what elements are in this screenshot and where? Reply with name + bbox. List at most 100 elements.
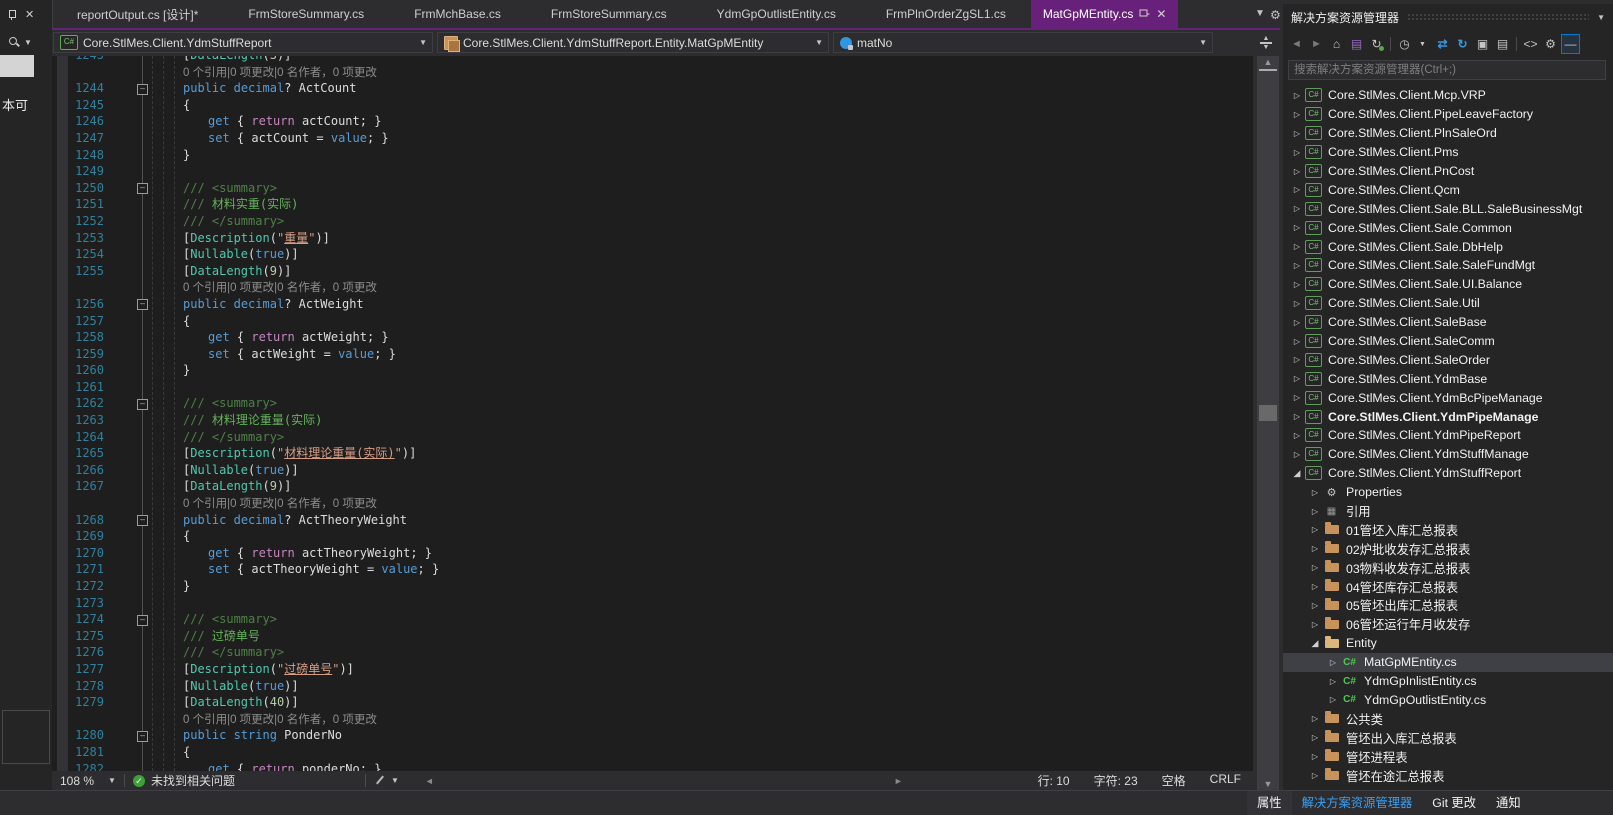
pen-control[interactable]: ▼ [374,775,399,786]
tree-item[interactable]: ▷C#Core.StlMes.Client.Sale.SaleFundMgt [1283,256,1613,275]
home-icon[interactable]: ⌂ [1327,34,1346,54]
expand-arrow-icon[interactable]: ▷ [1291,242,1303,251]
tree-item[interactable]: ▷C#Core.StlMes.Client.YdmPipeReport [1283,426,1613,445]
codelens-line[interactable]: 0 个引用|0 项更改|0 名作者，0 项更改 [52,711,1253,728]
tree-item[interactable]: ▷C#Core.StlMes.Client.Mcp.VRP [1283,86,1613,105]
code-line[interactable]: 1272} [52,578,1253,595]
expand-arrow-icon[interactable]: ▷ [1291,355,1303,364]
tree-item[interactable]: ▷C#Core.StlMes.Client.Sale.DbHelp [1283,237,1613,256]
expand-arrow-icon[interactable]: ▷ [1327,695,1339,704]
tab-options-gear-icon[interactable]: ⚙ [1270,8,1281,22]
type-dropdown[interactable]: Core.StlMes.Client.YdmStuffReport.Entity… [437,32,829,53]
tree-item[interactable]: ▷管坯在途汇总报表 [1283,766,1613,785]
expand-arrow-icon[interactable]: ▷ [1291,129,1303,138]
expand-arrow-icon[interactable]: ▷ [1291,91,1303,100]
expand-arrow-icon[interactable]: ▷ [1309,582,1321,591]
code-line[interactable]: 1262–/// <summary> [52,395,1253,412]
collapse-all-icon[interactable]: ▣ [1473,34,1492,54]
document-tab[interactable]: reportOutput.cs [设计]* [52,0,223,28]
outlining-collapse-box[interactable]: – [137,299,148,310]
expand-arrow-icon[interactable]: ▷ [1291,318,1303,327]
tree-item[interactable]: ▷C#Core.StlMes.Client.Sale.UI.Balance [1283,275,1613,294]
tree-item[interactable]: ▷C#Core.StlMes.Client.PlnSaleOrd [1283,124,1613,143]
code-line[interactable]: 1255[DataLength(9)] [52,263,1253,280]
tree-item[interactable]: ▷C#Core.StlMes.Client.Sale.Util [1283,294,1613,313]
panel-tab[interactable]: 通知 [1486,791,1531,815]
expand-arrow-icon[interactable]: ▷ [1291,185,1303,194]
tree-item[interactable]: ▷C#YdmGpOutlistEntity.cs [1283,691,1613,710]
panel-tab[interactable]: 解决方案资源管理器 [1292,791,1423,815]
zoom-control[interactable]: 108 % ▼ [52,774,116,788]
code-line[interactable]: 1279[DataLength(40)] [52,694,1253,711]
scrollbar-thumb[interactable] [1259,405,1277,421]
tree-item[interactable]: ▷C#Core.StlMes.Client.YdmBcPipeManage [1283,388,1613,407]
restore-icon[interactable]: ↻ [1453,34,1472,54]
tree-item[interactable]: ◢C#Core.StlMes.Client.YdmStuffReport [1283,464,1613,483]
tree-item[interactable]: ▷C#Core.StlMes.Client.YdmStuffManage [1283,445,1613,464]
code-line[interactable]: 1282get { return ponderNo; } [52,761,1253,771]
close-icon[interactable]: ✕ [25,10,34,21]
expand-arrow-icon[interactable]: ▷ [1309,733,1321,742]
collapse-arrow-icon[interactable]: ◢ [1291,468,1303,479]
expand-arrow-icon[interactable]: ▷ [1291,337,1303,346]
tree-item[interactable]: ▷C#Core.StlMes.Client.YdmPipeManage [1283,407,1613,426]
codelens-line[interactable]: 0 个引用|0 项更改|0 名作者，0 项更改 [52,279,1253,296]
code-line[interactable]: 1264/// </summary> [52,429,1253,446]
hscroll-left-arrow-icon[interactable]: ◄ [425,776,434,786]
scroll-up-arrow-icon[interactable]: ▲ [1257,57,1279,67]
pending-changes-filter-icon[interactable]: ◷ [1395,34,1414,54]
refresh-icon[interactable]: ⇄ [1433,34,1452,54]
outlining-collapse-box[interactable]: – [137,183,148,194]
code-line[interactable]: 1247set { actCount = value; } [52,130,1253,147]
editor-vertical-scrollbar[interactable]: ▲ ▼ [1257,56,1279,790]
document-health-indicator[interactable]: ✓ 未找到相关问题 [133,772,235,789]
code-line[interactable]: 1252/// </summary> [52,213,1253,230]
collapse-arrow-icon[interactable]: ◢ [1309,638,1321,649]
expand-arrow-icon[interactable]: ▷ [1309,601,1321,610]
outlining-collapse-box[interactable]: – [137,399,148,410]
code-line[interactable]: 1250–/// <summary> [52,180,1253,197]
codelens-line[interactable]: 0 个引用|0 项更改|0 名作者，0 项更改 [52,64,1253,81]
outlining-collapse-box[interactable]: – [137,731,148,742]
tree-item[interactable]: ▷03物料收发存汇总报表 [1283,558,1613,577]
expand-arrow-icon[interactable]: ▷ [1309,752,1321,761]
expand-arrow-icon[interactable]: ▷ [1291,261,1303,270]
code-line[interactable]: 1280–public string PonderNo [52,727,1253,744]
document-tab[interactable]: YdmGpOutlistEntity.cs [692,0,861,28]
expand-arrow-icon[interactable]: ▷ [1309,714,1321,723]
tree-item[interactable]: ▷管坯进程表 [1283,747,1613,766]
code-line[interactable]: 1259set { actWeight = value; } [52,346,1253,363]
code-line[interactable]: 1261 [52,379,1253,396]
project-dropdown[interactable]: C# Core.StlMes.Client.YdmStuffReport ▼ [53,32,433,53]
document-tab[interactable]: MatGpMEntity.cs✕ [1031,0,1179,28]
expand-arrow-icon[interactable]: ▷ [1327,658,1339,667]
code-line[interactable]: 1258get { return actWeight; } [52,329,1253,346]
tree-item[interactable]: ▷C#Core.StlMes.Client.Pms [1283,143,1613,162]
tree-item[interactable]: ▷C#Core.StlMes.Client.SaleBase [1283,313,1613,332]
code-line[interactable]: 1253[Description("重量")] [52,230,1253,247]
tree-item[interactable]: ▷C#Core.StlMes.Client.PnCost [1283,162,1613,181]
preview-selected-items-icon[interactable]: — [1561,34,1580,54]
outlining-collapse-box[interactable]: – [137,515,148,526]
document-tab[interactable]: FrmMchBase.cs [389,0,526,28]
codelens-line[interactable]: 0 个引用|0 项更改|0 名作者，0 项更改 [52,495,1253,512]
pin-icon[interactable] [1140,11,1150,18]
tree-item[interactable]: ▷C#Core.StlMes.Client.Sale.Common [1283,218,1613,237]
caret[interactable]: ▼ [1413,34,1432,54]
tree-item[interactable]: ▷⚙Properties [1283,483,1613,502]
panel-tab[interactable]: Git 更改 [1422,791,1486,815]
expand-arrow-icon[interactable]: ▷ [1309,563,1321,572]
document-tab[interactable]: FrmPlnOrderZgSL1.cs [861,0,1031,28]
expand-arrow-icon[interactable]: ▷ [1309,544,1321,553]
document-tab[interactable]: FrmStoreSummary.cs [526,0,692,28]
tree-item[interactable]: ▷▦引用 [1283,502,1613,521]
expand-arrow-icon[interactable]: ▷ [1309,525,1321,534]
chevron-down-icon[interactable]: ▼ [1597,13,1605,22]
expand-arrow-icon[interactable]: ▷ [1309,620,1321,629]
expand-arrow-icon[interactable]: ▷ [1291,148,1303,157]
show-all-files-icon[interactable]: ▤ [1493,34,1512,54]
sync-with-active-document-icon[interactable]: ↻ [1367,34,1386,54]
code-line[interactable]: 1269{ [52,528,1253,545]
expand-arrow-icon[interactable]: ▷ [1309,488,1321,497]
properties-wrench-icon[interactable]: ⚙ [1541,34,1560,54]
